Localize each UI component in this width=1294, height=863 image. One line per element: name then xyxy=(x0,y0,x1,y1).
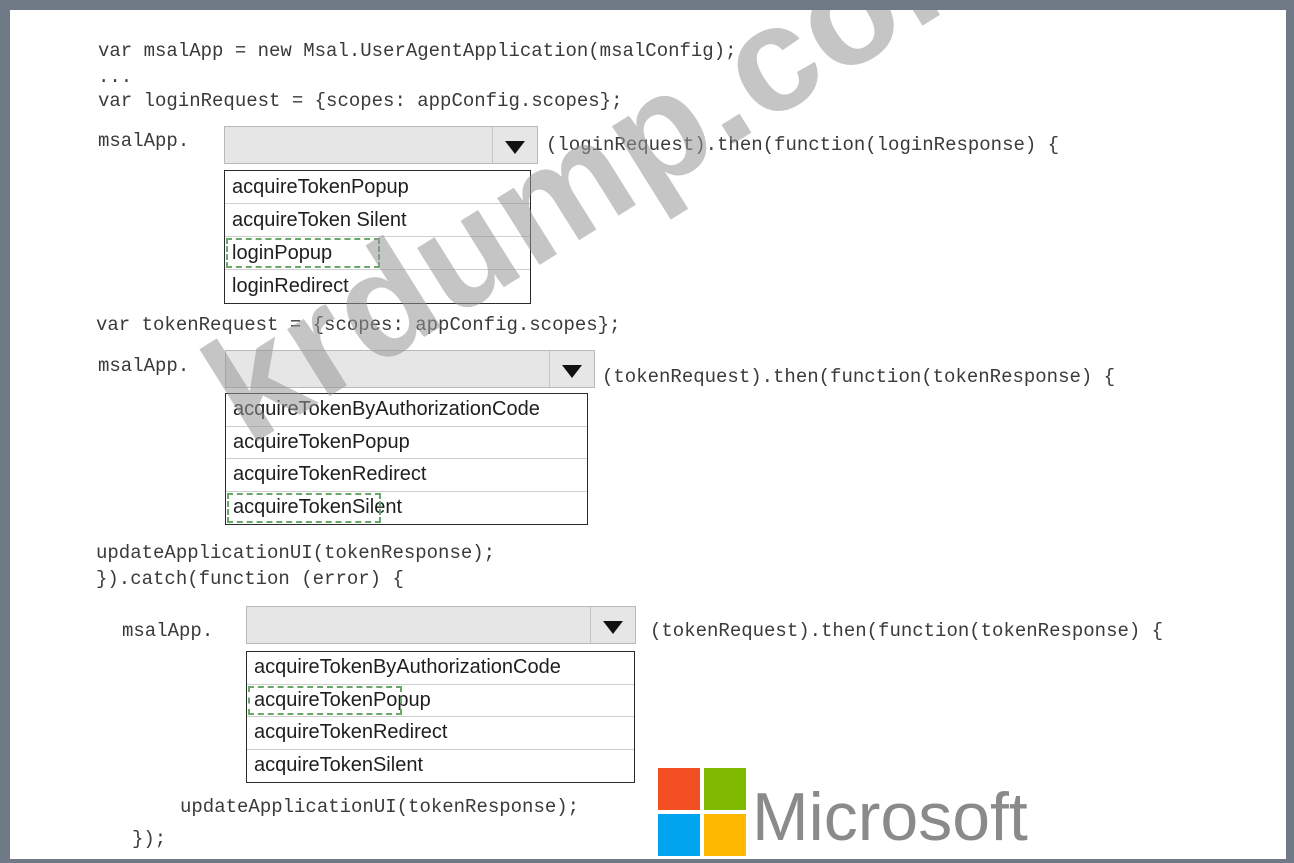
code-suffix-3: (tokenRequest).then(function(tokenRespon… xyxy=(650,620,1164,642)
dropdown-toggle-2[interactable] xyxy=(549,351,594,387)
code-line-update-ui-1: updateApplicationUI(tokenResponse); xyxy=(96,542,496,564)
code-suffix-2: (tokenRequest).then(function(tokenRespon… xyxy=(602,366,1116,388)
code-line-ellipsis: ... xyxy=(98,66,133,88)
method-dropdown-3[interactable] xyxy=(246,606,636,644)
dropdown-option[interactable]: acquireTokenByAuthorizationCode xyxy=(247,652,634,685)
dropdown-option[interactable]: acquireTokenSilent xyxy=(247,750,634,783)
code-prefix-2: msalApp. xyxy=(98,355,190,377)
dropdown-option[interactable]: acquireTokenPopup xyxy=(247,685,634,717)
dropdown-options-3: acquireTokenByAuthorizationCode acquireTo… xyxy=(246,651,635,783)
dropdown-option[interactable]: acquireTokenRedirect xyxy=(247,717,634,750)
chevron-down-icon xyxy=(603,620,623,634)
code-line-update-ui-2: updateApplicationUI(tokenResponse); xyxy=(180,796,580,818)
logo-square-red xyxy=(658,768,700,810)
chevron-down-icon xyxy=(562,364,582,378)
dropdown-option[interactable]: acquireTokenSilent xyxy=(226,492,587,525)
logo-square-yellow xyxy=(704,814,746,856)
logo-square-blue xyxy=(658,814,700,856)
logo-square-green xyxy=(704,768,746,810)
code-line-close: }); xyxy=(132,828,167,850)
question-canvas: var msalApp = new Msal.UserAgentApplicat… xyxy=(10,10,1286,859)
code-prefix-1: msalApp. xyxy=(98,130,190,152)
microsoft-wordmark: Microsoft xyxy=(752,779,1028,855)
code-prefix-3: msalApp. xyxy=(122,620,214,642)
code-line-catch: }).catch(function (error) { xyxy=(96,568,404,590)
microsoft-logo-icon xyxy=(658,768,748,858)
dropdown-toggle-3[interactable] xyxy=(590,607,635,643)
